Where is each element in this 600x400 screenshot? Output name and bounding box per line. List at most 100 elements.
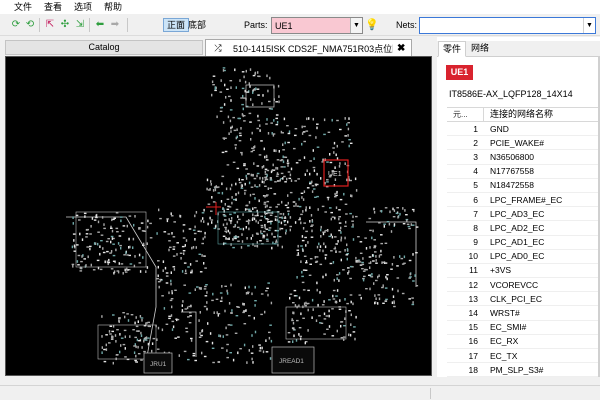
tab-catalog[interactable]: Catalog — [5, 40, 203, 55]
table-row[interactable]: 12 VCOREVCC — [447, 278, 600, 293]
table-row[interactable]: 16 EC_RX — [447, 335, 600, 349]
component-pad — [408, 227, 411, 230]
component-pad — [350, 323, 352, 326]
component-pad — [226, 198, 230, 200]
column-header-index[interactable]: 元... — [447, 108, 484, 121]
pin-index: 5 — [473, 180, 478, 191]
table-row[interactable]: 11 +3VS — [447, 264, 600, 279]
component-pad — [344, 225, 347, 227]
board-view[interactable]: UE1 JRU1 JREAD1 — [5, 56, 432, 376]
component-pad — [294, 128, 298, 130]
component-pad — [397, 215, 399, 219]
component-pad — [124, 271, 128, 273]
menu-help[interactable]: 帮助 — [98, 0, 128, 14]
table-row[interactable]: 7 LPC_AD3_EC — [447, 207, 600, 222]
table-row[interactable]: 10 LPC_AD0_EC — [447, 250, 600, 264]
component-pad — [96, 259, 100, 262]
refresh-icon[interactable]: ⟳ — [10, 19, 22, 31]
arrow-forward-icon[interactable]: ➡ — [109, 19, 121, 31]
component-pad — [133, 223, 135, 227]
component-pad — [192, 246, 195, 249]
arrow-back-icon[interactable]: ⬅ — [94, 19, 106, 31]
nets-label: Nets: — [396, 20, 418, 30]
component-pad — [290, 179, 293, 182]
table-row[interactable]: 9 LPC_AD1_EC — [447, 236, 600, 250]
component-pad — [118, 318, 121, 320]
swap-icon[interactable]: ⤮ — [211, 43, 225, 54]
chevron-down-icon[interactable]: ▼ — [583, 18, 595, 33]
menu-file[interactable]: 文件 — [8, 0, 38, 14]
zoom-fit-icon[interactable]: ✣ — [59, 19, 71, 31]
component-pad — [221, 175, 225, 178]
component-pad — [345, 254, 349, 256]
component-pad — [264, 185, 267, 187]
table-row[interactable]: 14 WRST# — [447, 306, 600, 321]
component-pad — [386, 221, 390, 223]
horizontal-scrollbar[interactable] — [0, 377, 600, 385]
component-pad — [309, 263, 312, 265]
component-pad — [140, 222, 144, 224]
close-icon[interactable]: ✖ — [397, 43, 405, 54]
menu-options[interactable]: 选项 — [68, 0, 98, 14]
component-pad — [265, 123, 268, 125]
component-pad — [211, 196, 213, 199]
table-row[interactable]: 4 N17767558 — [447, 165, 600, 179]
chevron-down-icon[interactable]: ▼ — [350, 18, 362, 33]
component-pad — [256, 165, 260, 167]
table-row[interactable]: 18 PM_SLP_S3# — [447, 363, 600, 378]
component-pad — [397, 289, 399, 293]
component-pad — [100, 240, 103, 242]
component-pad — [248, 349, 250, 352]
component-pad — [257, 119, 260, 122]
component-pad — [123, 329, 127, 332]
view-bottom-button[interactable]: 底部 — [185, 18, 209, 32]
component-pad — [214, 89, 217, 92]
component-pad — [280, 221, 283, 225]
component-pad — [250, 150, 254, 153]
menu-view[interactable]: 查看 — [38, 0, 68, 14]
component-pad — [146, 225, 149, 229]
component-pad — [231, 125, 233, 129]
zoom-out-icon[interactable]: ⇱ — [44, 19, 56, 31]
table-row[interactable]: 1 GND — [447, 122, 600, 137]
tab-nets[interactable]: 网络 — [467, 41, 493, 57]
component-pad — [344, 135, 347, 137]
table-row[interactable]: 15 EC_SMI# — [447, 321, 600, 335]
table-row[interactable]: 5 N18472558 — [447, 179, 600, 193]
table-row[interactable]: 3 N36506800 — [447, 150, 600, 165]
component-pad — [220, 106, 223, 109]
column-header-net-name[interactable]: 连接的网络名称 — [484, 108, 553, 121]
component-pad — [287, 220, 289, 224]
component-pad — [163, 307, 166, 310]
component-pad — [200, 287, 202, 290]
component-pad — [380, 242, 383, 245]
component-pad — [336, 289, 339, 292]
board-drawing[interactable]: UE1 JRU1 JREAD1 — [6, 57, 432, 376]
table-row[interactable]: 6 LPC_FRAME#_EC — [447, 193, 600, 208]
component-pad — [141, 319, 143, 322]
table-row[interactable]: 2 PCIE_WAKE# — [447, 136, 600, 151]
table-body: 1 GND 2 PCIE_WAKE# 3 N36506800 4 N17767558 5 N184… — [447, 122, 600, 378]
zoom-in-icon[interactable]: ⇲ — [74, 19, 86, 31]
table-row[interactable]: 13 CLK_PCI_EC — [447, 292, 600, 307]
nets-select[interactable]: ▼ — [419, 17, 596, 34]
component-pad — [336, 119, 339, 122]
tab-parts[interactable]: 零件 — [438, 41, 467, 57]
parts-select[interactable]: UE1 ▼ — [271, 17, 363, 34]
table-row[interactable]: 17 EC_TX — [447, 349, 600, 364]
component-pad — [233, 198, 236, 201]
component-pad — [269, 214, 273, 216]
table-row[interactable]: 8 LPC_AD2_EC — [447, 221, 600, 236]
component-pad — [269, 76, 271, 80]
refresh-alt-icon[interactable]: ⟲ — [24, 19, 36, 31]
component-pad — [253, 316, 255, 320]
component-pad — [76, 260, 79, 263]
component-pad — [264, 176, 267, 179]
tab-document[interactable]: ⤮ 510-1415ISK CDS2F_NMA751R03点位图 ✖ — [205, 39, 412, 56]
component-pad — [119, 333, 121, 336]
component-pad — [199, 230, 202, 233]
component-pad — [192, 229, 196, 231]
component-pad — [271, 132, 273, 135]
lightbulb-icon[interactable]: 💡 — [365, 19, 379, 31]
component-pad — [258, 154, 262, 156]
